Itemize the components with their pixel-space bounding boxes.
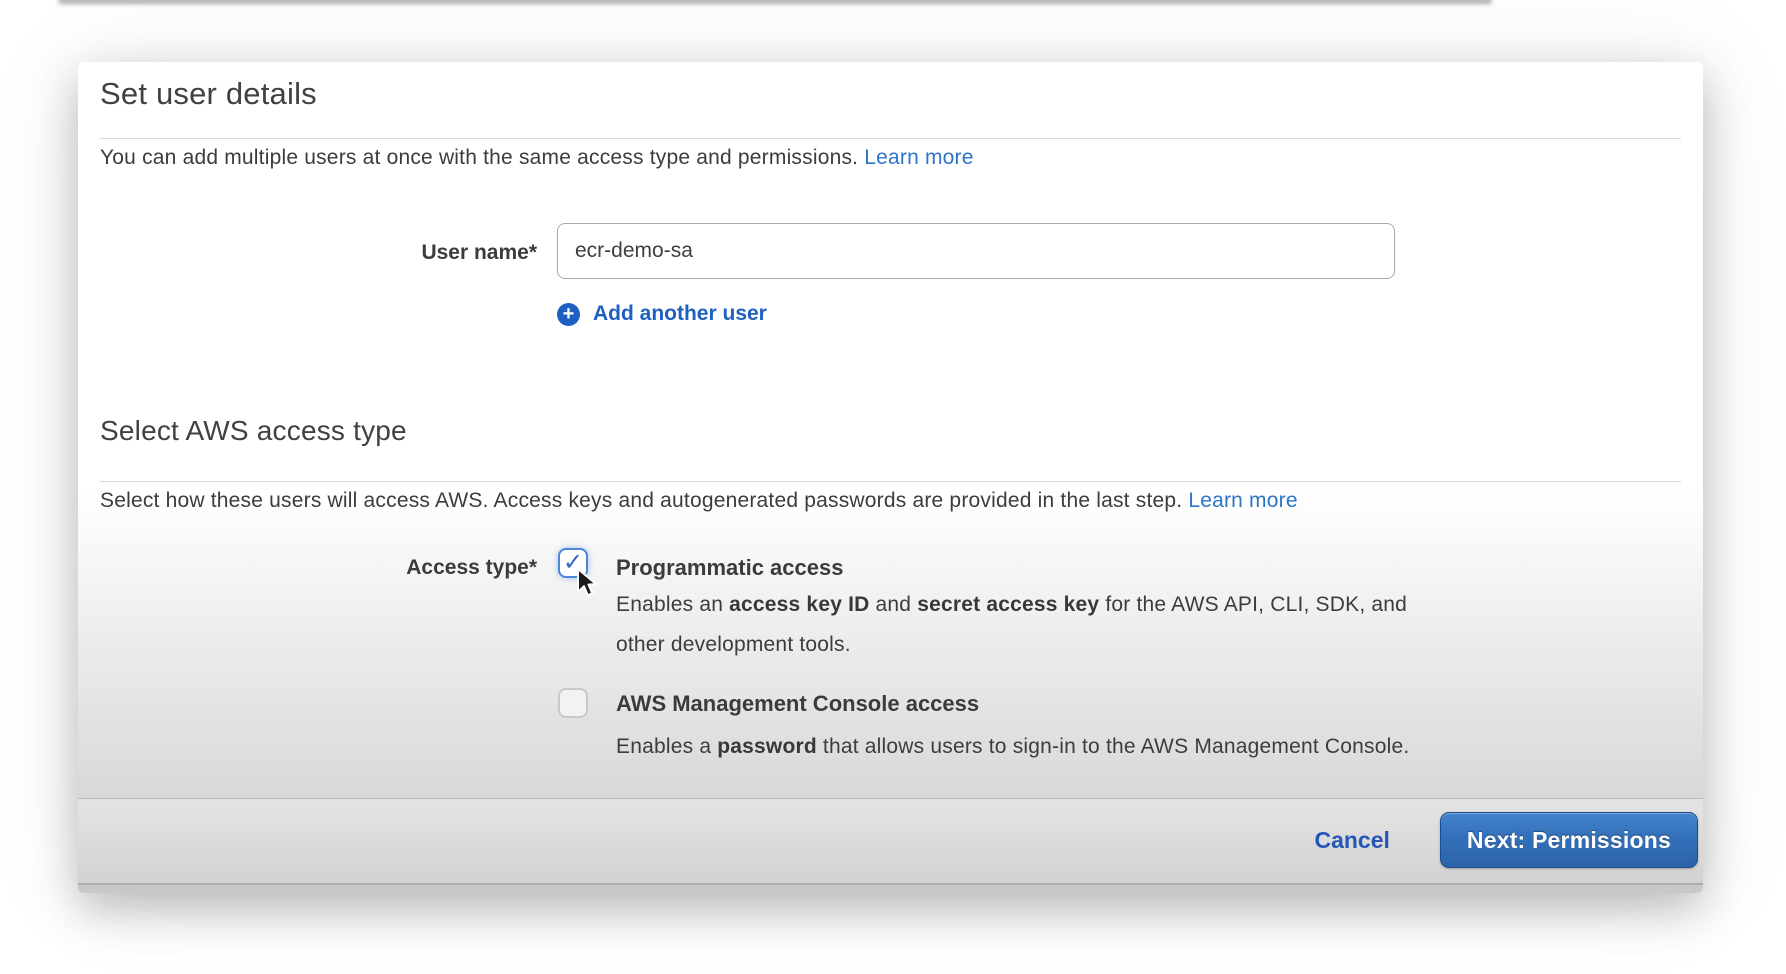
intro-text: You can add multiple users at once with …	[100, 146, 864, 169]
window-top-shadow	[58, 0, 1492, 4]
learn-more-link-access-type[interactable]: Learn more	[1188, 489, 1297, 512]
wizard-footer: Cancel Next: Permissions	[78, 798, 1703, 893]
console-access-description: Enables a password that allows users to …	[616, 735, 1409, 759]
page-background: Set user details You can add multiple us…	[0, 0, 1786, 974]
access-type-label: Access type*	[78, 556, 537, 580]
plus-icon: +	[557, 303, 580, 326]
learn-more-link-user-details[interactable]: Learn more	[864, 146, 973, 169]
desc-text: Enables an	[616, 593, 729, 616]
user-name-label: User name*	[78, 241, 537, 265]
desc-bold-password: password	[717, 735, 817, 758]
access-intro-text: Select how these users will access AWS. …	[100, 489, 1188, 512]
programmatic-access-description-line1: Enables an access key ID and secret acce…	[616, 593, 1407, 617]
desc-text: and	[870, 593, 918, 616]
programmatic-access-description-line2: other development tools.	[616, 633, 851, 657]
next-permissions-button[interactable]: Next: Permissions	[1440, 812, 1698, 868]
add-another-user-button[interactable]: + Add another user	[557, 302, 767, 326]
access-type-section-title: Select AWS access type	[100, 415, 407, 447]
desc-bold-access-key-id: access key ID	[729, 593, 869, 616]
mouse-cursor-icon	[575, 567, 602, 601]
set-user-details-panel: Set user details You can add multiple us…	[78, 62, 1703, 893]
page-title: Set user details	[100, 76, 317, 112]
console-access-checkbox[interactable]	[558, 688, 588, 718]
desc-text: that allows users to sign-in to the AWS …	[817, 735, 1410, 758]
user-name-input[interactable]	[557, 223, 1395, 279]
section-divider	[100, 138, 1681, 139]
section-divider	[100, 481, 1681, 482]
desc-bold-secret-access-key: secret access key	[917, 593, 1099, 616]
add-another-user-label: Add another user	[593, 302, 767, 326]
access-intro-paragraph: Select how these users will access AWS. …	[100, 489, 1298, 513]
console-access-title: AWS Management Console access	[616, 691, 979, 717]
programmatic-access-title: Programmatic access	[616, 555, 843, 581]
desc-text: Enables a	[616, 735, 717, 758]
cancel-button[interactable]: Cancel	[1314, 827, 1389, 854]
intro-paragraph: You can add multiple users at once with …	[100, 146, 974, 170]
desc-text: for the AWS API, CLI, SDK, and	[1099, 593, 1407, 616]
